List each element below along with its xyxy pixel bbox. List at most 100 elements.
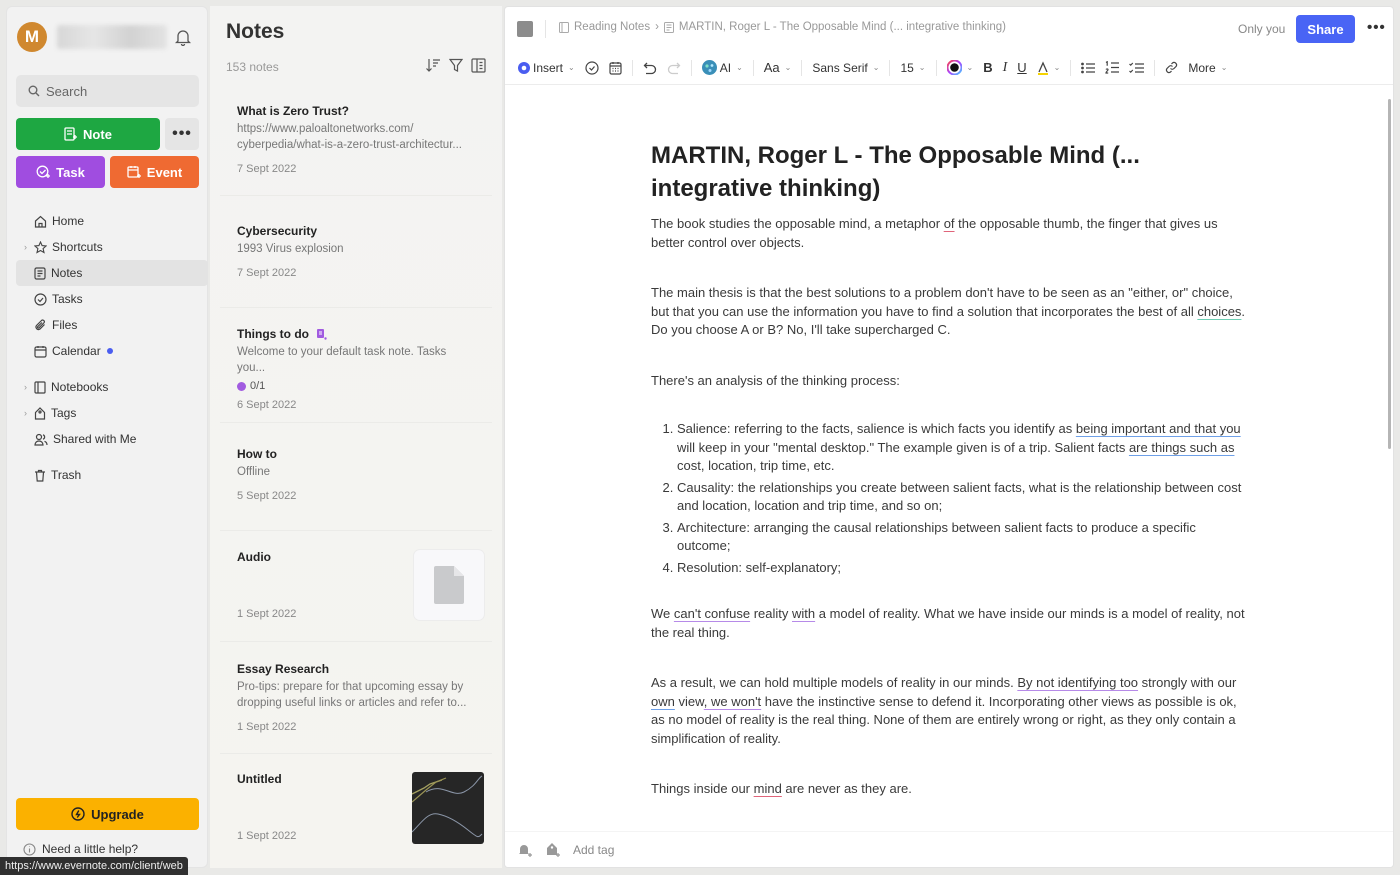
highlight-dropdown[interactable]: ⌄ <box>1037 60 1060 75</box>
font-size-dropdown[interactable]: 15 ⌄ <box>900 61 925 75</box>
sidebar-item-shared-with-me[interactable]: Shared with Me <box>16 426 208 452</box>
grammar-underline[interactable]: are things such as <box>1129 440 1235 455</box>
grammar-underline[interactable]: own <box>651 694 675 709</box>
more-create-options-button[interactable]: ••• <box>165 118 199 150</box>
paragraph: The book studies the opposable mind, a m… <box>651 216 1218 250</box>
add-tag-input[interactable]: Add tag <box>573 843 614 857</box>
insert-task-button[interactable] <box>585 60 599 75</box>
add-tag-icon[interactable] <box>545 842 561 858</box>
task-progress: 0/1 <box>250 380 266 392</box>
highlight-icon <box>1037 60 1048 75</box>
more-formatting-dropdown[interactable]: More ⌄ <box>1188 61 1227 75</box>
grammar-underline[interactable]: being important and that you <box>1076 421 1241 436</box>
font-family-dropdown[interactable]: Sans Serif ⌄ <box>812 61 879 75</box>
bell-icon[interactable] <box>175 28 191 46</box>
new-event-button[interactable]: Event <box>110 156 199 188</box>
editor-footer: Add tag <box>505 831 1393 867</box>
breadcrumb-note[interactable]: MARTIN, Roger L - The Opposable Mind (..… <box>679 21 1006 33</box>
numbered-list-button[interactable] <box>1105 61 1120 74</box>
bold-button[interactable]: B <box>983 60 992 75</box>
expand-icon[interactable] <box>517 21 533 37</box>
sharing-status[interactable]: Only you <box>1238 22 1285 36</box>
sidebar-item-files[interactable]: Files <box>16 312 208 338</box>
sidebar-item-label: Files <box>52 318 78 332</box>
sidebar-item-calendar[interactable]: Calendar <box>16 338 208 364</box>
new-note-button[interactable]: Note <box>16 118 160 150</box>
grammar-underline[interactable]: choices <box>1197 304 1241 319</box>
breadcrumb-separator: › <box>655 21 659 33</box>
new-task-button[interactable]: Task <box>16 156 105 188</box>
sidebar-item-label: Tags <box>51 406 77 420</box>
note-list-item[interactable]: Essay Research Pro-tips: prepare for tha… <box>220 662 492 754</box>
insert-link-button[interactable] <box>1165 61 1178 74</box>
expand-caret-icon[interactable]: › <box>24 408 27 418</box>
account-menu[interactable]: M <box>17 21 197 53</box>
breadcrumb-notebook[interactable]: Reading Notes <box>574 21 650 33</box>
add-reminder-icon[interactable] <box>517 842 533 858</box>
more-actions-button[interactable]: ••• <box>1367 19 1386 36</box>
expand-caret-icon[interactable]: › <box>24 382 27 392</box>
text-color-dropdown[interactable]: ⌄ <box>946 60 973 75</box>
chevron-down-icon: ⌄ <box>784 63 792 72</box>
italic-button[interactable]: I <box>1003 60 1008 76</box>
sidebar-item-shortcuts[interactable]: › Shortcuts <box>16 234 208 260</box>
note-list-item[interactable]: Audio 1 Sept 2022 <box>220 550 492 642</box>
sidebar-item-notes[interactable]: Notes <box>16 260 208 286</box>
search-input[interactable]: Search <box>16 75 199 107</box>
note-body[interactable]: MARTIN, Roger L - The Opposable Mind (..… <box>651 139 1251 867</box>
sidebar-item-tasks[interactable]: Tasks <box>16 286 208 312</box>
star-icon <box>34 240 47 254</box>
help-link[interactable]: Need a little help? <box>23 842 138 856</box>
insert-label: Insert <box>533 60 564 75</box>
sidebar-item-trash[interactable]: Trash <box>16 462 208 488</box>
paragraph: There's an analysis of the thinking proc… <box>651 372 900 388</box>
style-underline[interactable]: , we won't <box>704 694 761 709</box>
sort-icon[interactable] <box>425 58 441 73</box>
home-icon <box>34 215 47 228</box>
insert-calendar-button[interactable] <box>609 61 622 75</box>
style-underline[interactable]: By not identifying too <box>1017 675 1138 690</box>
new-task-label: Task <box>56 164 85 180</box>
redo-button[interactable] <box>667 61 681 75</box>
upgrade-button[interactable]: Upgrade <box>16 798 199 830</box>
filter-icon[interactable] <box>449 58 463 73</box>
checklist-button[interactable] <box>1129 62 1145 74</box>
note-list-item[interactable]: How to Offline 5 Sept 2022 <box>220 447 492 531</box>
bulleted-list-icon <box>1081 62 1096 73</box>
editor-scrollbar[interactable] <box>1388 99 1391 449</box>
share-button[interactable]: Share <box>1296 15 1355 43</box>
bulleted-list-button[interactable] <box>1081 62 1096 74</box>
trash-icon <box>35 469 45 482</box>
formatting-toolbar: Insert ⌄ AI ⌄ Aa ⌄ Sans Serif ⌄ 15 ⌄ ⌄ B… <box>505 51 1393 85</box>
style-underline[interactable]: can't confuse <box>674 606 750 621</box>
note-list-item[interactable]: Untitled 1 Sept 2022 <box>220 772 492 864</box>
expand-caret-icon[interactable]: › <box>24 242 27 252</box>
note-date: 7 Sept 2022 <box>237 163 297 175</box>
insert-button[interactable]: Insert ⌄ <box>518 61 575 75</box>
task-check-icon <box>237 381 246 391</box>
sidebar-item-notebooks[interactable]: › Notebooks <box>16 374 208 400</box>
search-placeholder: Search <box>46 83 88 99</box>
info-icon <box>23 842 36 856</box>
note-list-item[interactable]: Cybersecurity 1993 Virus explosion 7 Sep… <box>220 224 492 308</box>
style-underline[interactable]: with <box>792 606 815 621</box>
note-list-item[interactable]: What is Zero Trust? https://www.paloalto… <box>220 104 492 196</box>
note-title: How to <box>237 447 277 461</box>
chevron-down-icon: ⌄ <box>1220 63 1228 72</box>
note-list-item[interactable]: Things to do Welcome to your default tas… <box>220 327 492 423</box>
sidebar-item-tags[interactable]: › Tags <box>16 400 208 426</box>
ai-button[interactable]: AI ⌄ <box>701 60 743 75</box>
note-title[interactable]: MARTIN, Roger L - The Opposable Mind (..… <box>651 139 1251 205</box>
undo-button[interactable] <box>643 61 657 75</box>
spellcheck-underline[interactable]: of <box>944 216 955 231</box>
text-style-dropdown[interactable]: Aa ⌄ <box>764 60 792 75</box>
avatar[interactable]: M <box>17 22 47 52</box>
spellcheck-underline[interactable]: mind <box>754 781 782 796</box>
sidebar-item-home[interactable]: Home <box>16 208 208 234</box>
sidebar-item-label: Home <box>52 214 85 228</box>
list-item: Salience: referring to the facts, salien… <box>677 420 1251 476</box>
new-note-label: Note <box>83 126 112 142</box>
note-snippet: Offline <box>237 466 271 478</box>
underline-button[interactable]: U <box>1017 60 1026 75</box>
view-options-icon[interactable] <box>471 58 486 73</box>
